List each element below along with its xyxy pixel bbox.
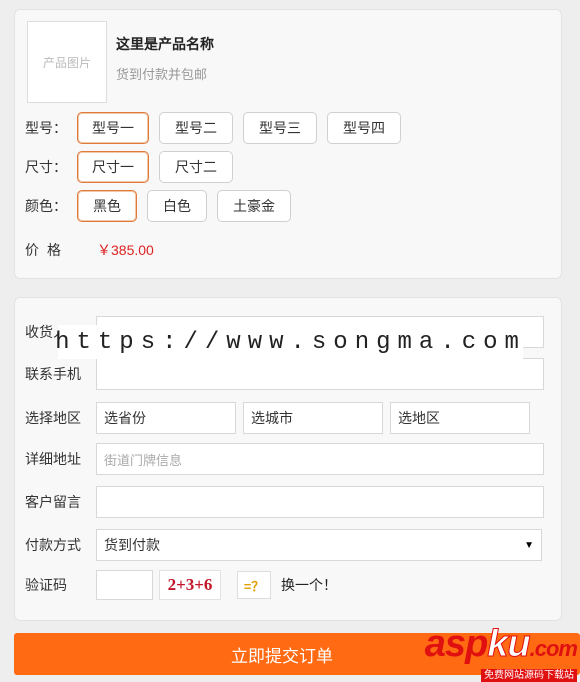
product-image: 产品图片 bbox=[27, 21, 107, 103]
payment-row: 付款方式 货到付款 ▼ bbox=[25, 529, 542, 561]
select-arrow-icon: ▼ bbox=[524, 539, 534, 551]
site-logo: aspku.com 免费网站源码下载站 bbox=[405, 622, 578, 682]
captcha-label: 验证码 bbox=[25, 577, 67, 593]
watermark-url: https://www.songma.com bbox=[55, 325, 523, 359]
product-card: 产品图片 这里是产品名称 货到付款并包邮 型号： 型号一 型号二 型号三 型号四… bbox=[14, 9, 562, 279]
address-row: 详细地址 街道门牌信息 bbox=[25, 443, 544, 475]
captcha-row: 验证码 2+3+6 =？ 换一个！ bbox=[25, 570, 337, 600]
size-option-1[interactable]: 尺寸一 bbox=[77, 151, 149, 183]
payment-label: 付款方式 bbox=[25, 537, 81, 553]
message-row: 客户留言 bbox=[25, 486, 544, 518]
model-label: 型号： bbox=[25, 120, 67, 136]
model-option-1[interactable]: 型号一 bbox=[77, 112, 149, 144]
region-label: 选择地区 bbox=[25, 410, 81, 426]
message-input[interactable] bbox=[96, 486, 544, 518]
phone-input[interactable] bbox=[96, 358, 544, 390]
color-option-black[interactable]: 黑色 bbox=[77, 190, 137, 222]
captcha-image[interactable]: 2+3+6 bbox=[159, 570, 221, 600]
product-image-placeholder: 产品图片 bbox=[42, 55, 91, 70]
model-option-2[interactable]: 型号二 bbox=[159, 112, 233, 144]
color-label: 颜色： bbox=[25, 198, 67, 214]
logo-tagline: 免费网站源码下载站 bbox=[481, 669, 577, 682]
province-select[interactable]: 选省份 bbox=[96, 402, 236, 434]
logo-part-asp: asp bbox=[424, 623, 488, 665]
product-name: 这里是产品名称 bbox=[116, 36, 214, 52]
price-label: 价格 bbox=[25, 242, 69, 258]
product-subtitle: 货到付款并包邮 bbox=[116, 67, 208, 82]
phone-row: 联系手机 bbox=[25, 358, 544, 390]
payment-selected-value: 货到付款 bbox=[104, 537, 160, 553]
logo-wordmark: aspku.com bbox=[424, 622, 578, 671]
size-option-row: 尺寸： 尺寸一 尺寸二 bbox=[25, 151, 243, 183]
price-row: 价格 ￥385.00 bbox=[25, 240, 154, 260]
captcha-refresh-link[interactable]: 换一个！ bbox=[281, 575, 337, 595]
logo-part-com: .com bbox=[529, 636, 578, 661]
color-option-row: 颜色： 黑色 白色 土豪金 bbox=[25, 190, 301, 222]
address-label: 详细地址 bbox=[25, 451, 81, 467]
logo-part-ku: ku bbox=[487, 623, 531, 666]
city-select[interactable]: 选城市 bbox=[243, 402, 383, 434]
model-option-row: 型号： 型号一 型号二 型号三 型号四 bbox=[25, 112, 411, 144]
model-option-4[interactable]: 型号四 bbox=[327, 112, 401, 144]
phone-label: 联系手机 bbox=[25, 366, 81, 382]
message-label: 客户留言 bbox=[25, 494, 81, 510]
region-row: 选择地区 选省份 选城市 选地区 bbox=[25, 402, 530, 434]
payment-select[interactable]: 货到付款 ▼ bbox=[96, 529, 542, 561]
size-label: 尺寸： bbox=[25, 159, 67, 175]
captcha-input[interactable] bbox=[96, 570, 153, 600]
submit-order-label: 立即提交订单 bbox=[231, 646, 333, 666]
size-option-2[interactable]: 尺寸二 bbox=[159, 151, 233, 183]
district-select[interactable]: 选地区 bbox=[390, 402, 530, 434]
price-value: ￥385.00 bbox=[97, 242, 154, 258]
color-option-white[interactable]: 白色 bbox=[147, 190, 207, 222]
model-option-3[interactable]: 型号三 bbox=[243, 112, 317, 144]
captcha-equals-icon: =？ bbox=[237, 571, 271, 599]
address-input[interactable]: 街道门牌信息 bbox=[96, 443, 544, 475]
color-option-gold[interactable]: 土豪金 bbox=[217, 190, 291, 222]
